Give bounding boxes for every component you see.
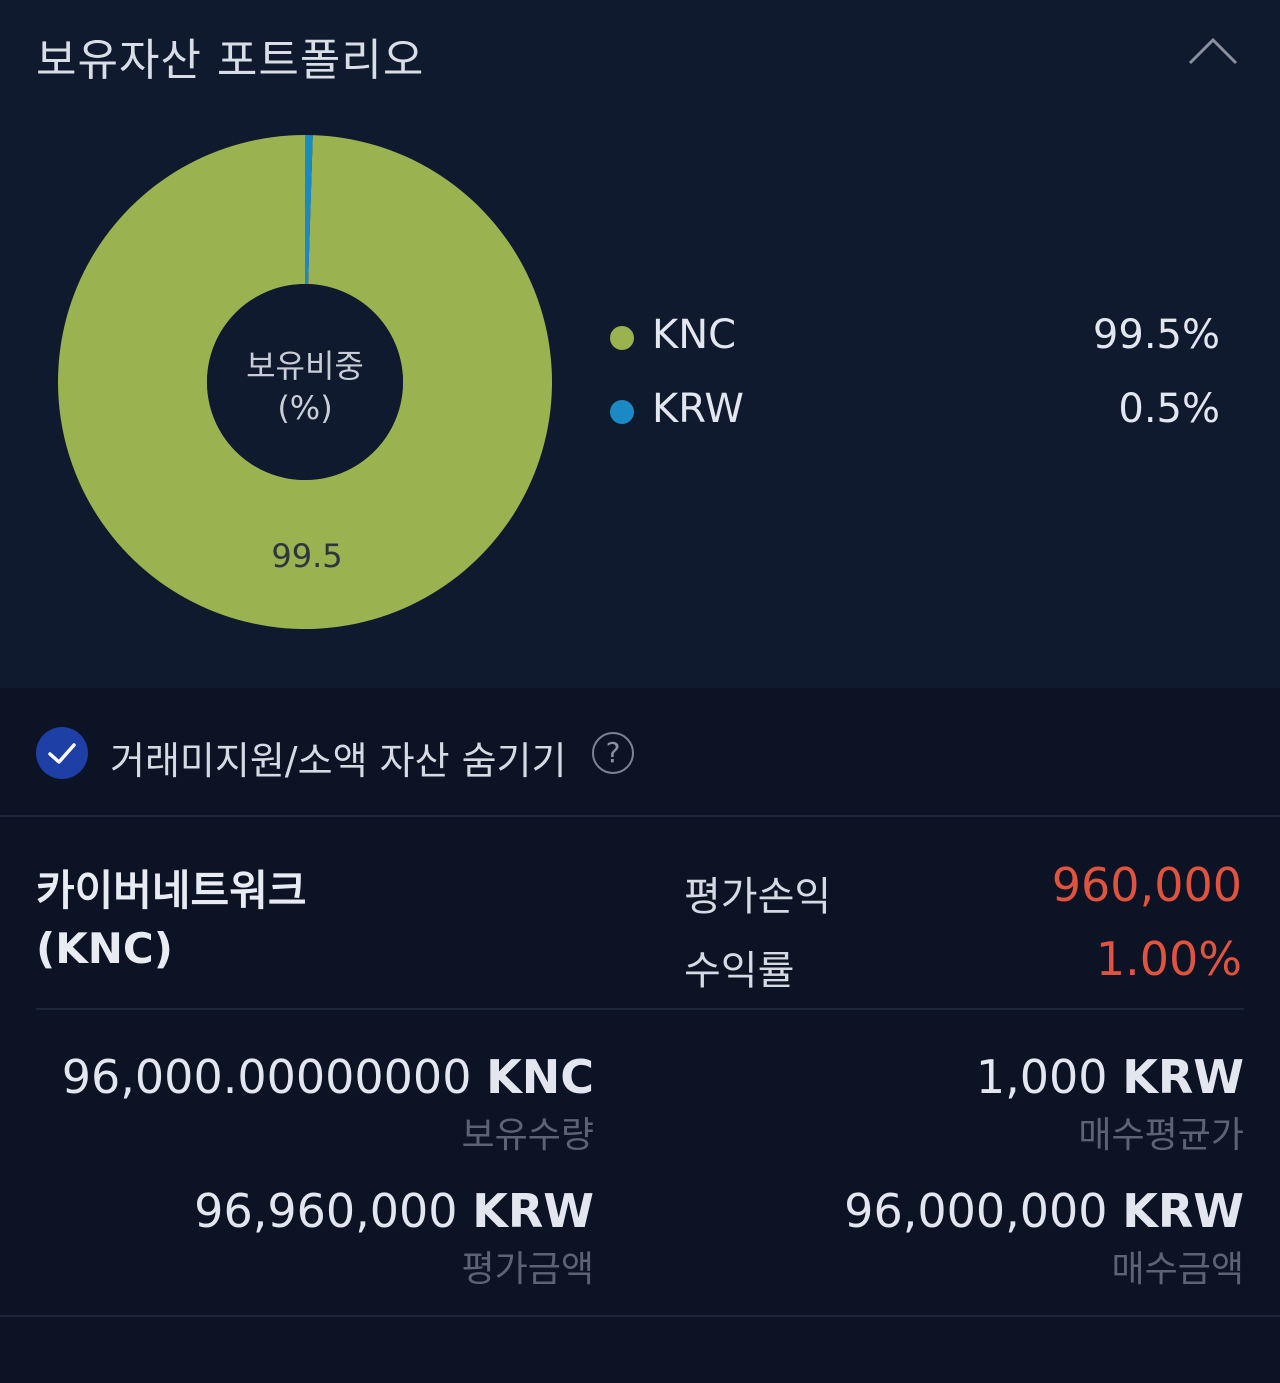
portfolio-donut-chart: 99.5 보유비중 (%) — [57, 135, 552, 629]
holding-quantity: 96,000.00000000 KNC 보유수량 — [62, 1050, 594, 1158]
center-label-line1: 보유비중 — [246, 347, 364, 385]
legend-name: KNC — [652, 312, 737, 358]
legend-name: KRW — [652, 386, 744, 432]
avg-price-unit: KRW — [1122, 1050, 1244, 1104]
legend-dot-knc — [610, 326, 634, 350]
buy-amount-value: 96,000,000 — [844, 1184, 1108, 1238]
legend-dot-krw — [610, 400, 634, 424]
inner-divider — [36, 1008, 1244, 1010]
eval-amount-label: 평가금액 — [461, 1249, 594, 1290]
buy-amount: 96,000,000 KRW 매수금액 — [844, 1184, 1244, 1292]
average-buy-price: 1,000 KRW 매수평균가 — [976, 1050, 1244, 1158]
slice-label-knc: 99.5 — [271, 537, 342, 575]
eval-amount-unit: KRW — [472, 1184, 594, 1238]
asset-ticker: (KNC) — [36, 924, 173, 973]
asset-name-korean: 카이버네트워크 — [36, 866, 307, 915]
holding-qty-label: 보유수량 — [461, 1115, 594, 1156]
checkmark-icon — [48, 743, 76, 764]
hide-small-assets-checkbox[interactable] — [36, 727, 88, 779]
legend-value: 99.5% — [1092, 312, 1220, 358]
pnl-label: 평가손익 — [684, 874, 832, 920]
section-divider — [0, 815, 1280, 817]
legend-item-knc[interactable]: KNC 99.5% — [608, 310, 1220, 384]
avg-price-value: 1,000 — [975, 1050, 1108, 1104]
pnl-value: 960,000 — [1051, 858, 1242, 912]
return-label: 수익률 — [684, 948, 795, 994]
portfolio-section: 보유자산 포트폴리오 99.5 보유비중 (%) KNC 99.5% KRW 0… — [0, 0, 1280, 688]
avg-price-label: 매수평균가 — [1078, 1115, 1244, 1156]
return-value: 1.00% — [1095, 932, 1242, 986]
eval-amount-value: 96,960,000 — [194, 1184, 458, 1238]
legend-item-krw[interactable]: KRW 0.5% — [608, 384, 1220, 458]
bottom-divider — [0, 1315, 1280, 1317]
asset-name[interactable]: 카이버네트워크 (KNC) — [36, 862, 306, 978]
chart-legend: KNC 99.5% KRW 0.5% — [608, 310, 1220, 458]
evaluation-amount: 96,960,000 KRW 평가금액 — [194, 1184, 594, 1292]
chevron-up-icon[interactable] — [1180, 30, 1246, 76]
center-label-line2: (%) — [277, 389, 333, 427]
buy-amount-label: 매수금액 — [1111, 1249, 1244, 1290]
buy-amount-unit: KRW — [1122, 1184, 1244, 1238]
holding-qty-value: 96,000.00000000 — [61, 1050, 472, 1104]
section-title: 보유자산 포트폴리오 — [36, 35, 425, 86]
holding-qty-unit: KNC — [486, 1050, 594, 1104]
donut-center-label: 보유비중 (%) — [58, 345, 552, 429]
legend-value: 0.5% — [1118, 386, 1220, 432]
help-icon[interactable]: ? — [592, 732, 634, 774]
hide-small-assets-label[interactable]: 거래미지원/소액 자산 숨기기 — [110, 730, 566, 785]
